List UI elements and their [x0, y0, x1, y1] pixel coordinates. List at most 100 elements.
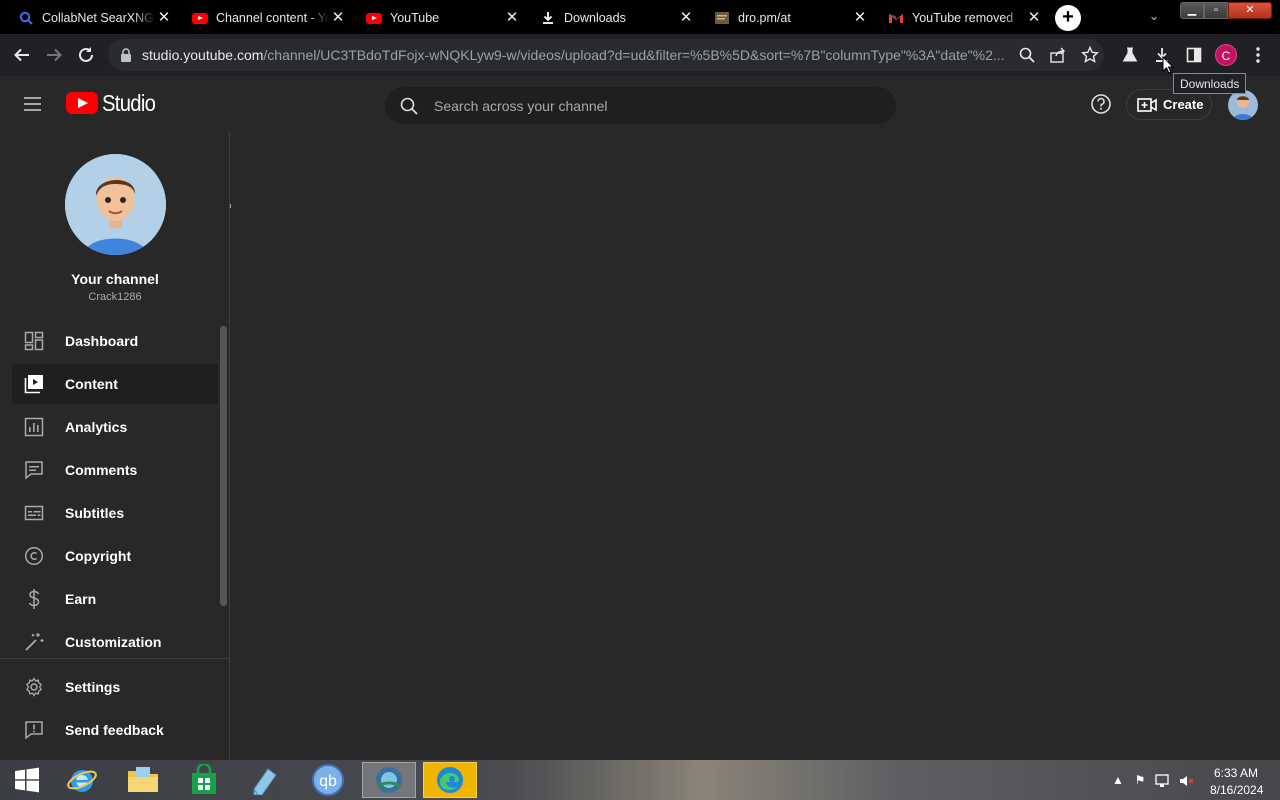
- help-icon[interactable]: [1090, 93, 1112, 115]
- content-area: [231, 132, 1280, 760]
- tab-close-icon[interactable]: ✕: [1026, 10, 1042, 26]
- sidebar-item-settings[interactable]: Settings: [12, 667, 218, 707]
- browser-toolbar: studio.youtube.com/channel/UC3TBdoTdFojx…: [0, 34, 1280, 76]
- tab-title: YouTube: [390, 11, 440, 25]
- browser-tab[interactable]: Channel content - YouTube Studio ✕: [180, 2, 354, 34]
- mouse-cursor-icon: [1162, 56, 1174, 74]
- search-icon: [400, 97, 418, 120]
- browser-tab[interactable]: Downloads ✕: [528, 2, 702, 34]
- sidebar-item-content[interactable]: Content: [12, 364, 218, 404]
- network-icon[interactable]: [1154, 773, 1170, 789]
- create-video-icon: [1137, 97, 1157, 112]
- sidebar-item-label: Earn: [65, 591, 97, 607]
- clock-date[interactable]: 8/16/2024: [1210, 783, 1263, 797]
- studio-sidebar: Your channel Crack1286 Dashboard Content…: [0, 132, 230, 760]
- show-hidden-icons-icon[interactable]: ▲: [1110, 773, 1126, 789]
- tab-title: CollabNet SearXNG: [42, 11, 154, 25]
- browser-tab[interactable]: YouTube ✕: [354, 2, 528, 34]
- new-tab-button[interactable]: +: [1055, 5, 1081, 31]
- sidebar-item-analytics[interactable]: Analytics: [12, 407, 218, 447]
- dashboard-icon: [22, 329, 46, 353]
- windows-start-icon[interactable]: [0, 762, 54, 798]
- browser-tab[interactable]: YouTube removed ✕: [876, 2, 1050, 34]
- reload-icon[interactable]: [74, 43, 98, 67]
- search-favicon-icon: [18, 10, 34, 26]
- action-center-flag-icon[interactable]: ⚑: [1132, 773, 1148, 789]
- bookmark-star-icon[interactable]: [1078, 43, 1102, 67]
- sidebar-item-subtitles[interactable]: Subtitles: [12, 493, 218, 533]
- sidebar-item-comments[interactable]: Comments: [12, 450, 218, 490]
- sidebar-item-customization[interactable]: Customization: [12, 622, 218, 662]
- channel-handle: Crack1286: [88, 291, 142, 303]
- notepad-app-icon[interactable]: [238, 762, 292, 798]
- tab-close-icon[interactable]: ✕: [678, 10, 694, 26]
- sidebar-item-label: Customization: [65, 634, 162, 650]
- sidebar-item-send-feedback[interactable]: Send feedback: [12, 710, 218, 750]
- hamburger-menu-icon[interactable]: [22, 94, 44, 114]
- qbittorrent-icon[interactable]: qb: [301, 762, 355, 798]
- earn-icon: [22, 587, 46, 611]
- labs-flask-icon[interactable]: [1118, 43, 1142, 67]
- account-avatar[interactable]: [1228, 90, 1258, 120]
- create-button-label: Create: [1163, 97, 1204, 112]
- file-explorer-icon[interactable]: [116, 762, 170, 798]
- edge-icon[interactable]: [423, 762, 477, 798]
- tab-close-icon[interactable]: ✕: [156, 10, 172, 26]
- browser-taskbar-icon[interactable]: [362, 762, 416, 798]
- feedback-icon: [22, 718, 46, 742]
- sidebar-item-label: Subtitles: [65, 505, 125, 521]
- youtube-favicon-icon: [192, 10, 208, 26]
- window-minimize-button[interactable]: ▁: [1180, 2, 1204, 19]
- channel-search-bar[interactable]: [385, 87, 896, 124]
- analytics-icon: [22, 415, 46, 439]
- gmail-favicon-icon: [888, 10, 904, 26]
- subtitles-icon: [22, 501, 46, 525]
- downloads-tooltip: Downloads: [1173, 73, 1247, 94]
- tab-close-icon[interactable]: ✕: [852, 10, 868, 26]
- store-icon[interactable]: [177, 762, 231, 798]
- tab-search-chevron-icon[interactable]: ⌄: [1146, 8, 1162, 24]
- svg-text:qb: qb: [319, 773, 337, 790]
- youtube-favicon-icon: [366, 10, 382, 26]
- sidebar-item-copyright[interactable]: Copyright: [12, 536, 218, 576]
- tab-close-icon[interactable]: ✕: [330, 10, 346, 26]
- sidebar-item-label: Dashboard: [65, 333, 139, 349]
- forward-arrow-icon[interactable]: [42, 43, 66, 67]
- share-icon[interactable]: [1046, 43, 1070, 67]
- lock-icon[interactable]: [120, 48, 132, 67]
- magic-wand-icon: [22, 630, 46, 654]
- internet-explorer-icon[interactable]: [55, 762, 109, 798]
- browser-tab[interactable]: dro.pm/at ✕: [702, 2, 876, 34]
- copyright-icon: [22, 544, 46, 568]
- speaker-muted-icon[interactable]: [1178, 773, 1194, 789]
- window-maximize-button[interactable]: ▫: [1204, 2, 1228, 19]
- sidebar-item-label: Comments: [65, 462, 138, 478]
- sidebar-item-label: Content: [65, 376, 118, 392]
- sidebar-item-label: Copyright: [65, 548, 132, 564]
- back-arrow-icon[interactable]: [10, 43, 34, 67]
- page-favicon-icon: [714, 10, 730, 26]
- zoom-icon[interactable]: [1015, 43, 1039, 67]
- gear-icon: [22, 675, 46, 699]
- address-bar[interactable]: studio.youtube.com/channel/UC3TBdoTdFojx…: [108, 39, 1104, 71]
- sidebar-item-earn[interactable]: Earn: [12, 579, 218, 619]
- download-favicon-icon: [540, 10, 556, 26]
- tab-title: Channel content - YouTube Studio: [216, 11, 330, 25]
- youtube-logo-icon[interactable]: [66, 92, 98, 114]
- sidebar-scrollbar[interactable]: [220, 326, 227, 606]
- browser-tab[interactable]: CollabNet SearXNG ✕: [6, 2, 180, 34]
- tab-close-icon[interactable]: ✕: [504, 10, 520, 26]
- side-panel-icon[interactable]: [1182, 43, 1206, 67]
- clock-time[interactable]: 6:33 AM: [1214, 766, 1258, 780]
- search-input[interactable]: [434, 88, 874, 123]
- sidebar-item-dashboard[interactable]: Dashboard: [12, 321, 218, 361]
- browser-menu-icon[interactable]: [1246, 43, 1270, 67]
- browser-profile-avatar[interactable]: C: [1215, 44, 1237, 66]
- sidebar-item-label: Settings: [65, 679, 121, 695]
- studio-logo-text[interactable]: Studio: [102, 90, 156, 117]
- window-close-button[interactable]: ✕: [1228, 2, 1272, 19]
- sidebar-item-label: Analytics: [65, 419, 128, 435]
- url-text: studio.youtube.com/channel/UC3TBdoTdFojx…: [142, 47, 1005, 63]
- channel-avatar[interactable]: [65, 154, 166, 255]
- channel-title: Your channel: [71, 271, 159, 287]
